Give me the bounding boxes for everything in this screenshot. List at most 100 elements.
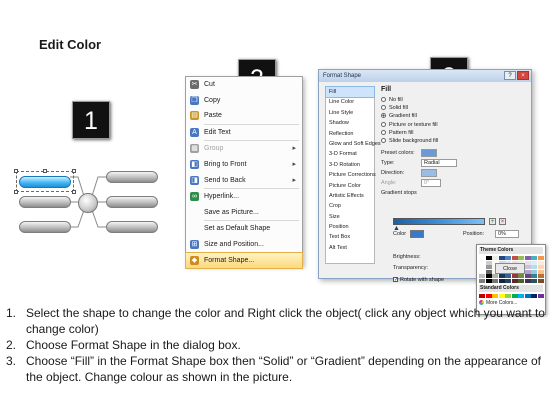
rotate-with-shape[interactable]: ✓ Rotate with shape [393, 277, 444, 283]
close-button[interactable]: Close [495, 263, 525, 274]
radio-no-fill[interactable]: No fill [379, 96, 527, 104]
color-swatch[interactable] [485, 260, 492, 265]
direction-dropdown[interactable] [421, 169, 437, 178]
radio-solid-fill[interactable]: Solid fill [379, 104, 527, 112]
menu-item-group[interactable]: ▦ Group ▸ [186, 141, 302, 157]
add-stop-button[interactable]: + [489, 218, 496, 225]
nav-item-line-color[interactable]: Line Color [326, 97, 374, 107]
resize-handle[interactable] [72, 190, 76, 194]
nav-item-position[interactable]: Position [326, 222, 374, 232]
color-swatch[interactable] [479, 278, 485, 283]
nav-item-text-box[interactable]: Text Box [326, 232, 374, 242]
color-swatch[interactable] [531, 265, 537, 269]
preset-colors-dropdown[interactable] [421, 149, 437, 158]
selected-shape[interactable] [19, 176, 71, 188]
radio-pattern-fill[interactable]: Pattern fill [379, 129, 527, 137]
color-swatch[interactable] [485, 274, 492, 278]
color-swatch[interactable] [498, 274, 505, 278]
menu-item-send-to-back[interactable]: ◨ Send to Back ▸ [186, 173, 302, 189]
color-swatch[interactable] [518, 256, 524, 260]
color-swatch[interactable] [505, 274, 511, 278]
nav-item-size[interactable]: Size [326, 212, 374, 222]
color-swatch[interactable] [537, 265, 544, 269]
color-swatch[interactable] [492, 293, 498, 298]
color-swatch[interactable] [511, 256, 518, 260]
radio-picture-fill[interactable]: Picture or texture fill [379, 121, 527, 129]
color-swatch[interactable] [511, 293, 518, 298]
color-swatch[interactable] [479, 256, 485, 260]
radio-gradient-fill[interactable]: Gradient fill [379, 112, 527, 120]
nav-item-crop[interactable]: Crop [326, 201, 374, 211]
color-swatch[interactable] [531, 260, 537, 265]
color-swatch[interactable] [492, 274, 498, 278]
color-swatch[interactable] [518, 278, 524, 283]
color-swatch[interactable] [524, 265, 531, 269]
nav-item-alt-text[interactable]: Alt Text [326, 243, 374, 253]
color-swatch[interactable] [479, 260, 485, 265]
close-icon[interactable]: × [517, 71, 529, 80]
diagram-shape[interactable] [106, 196, 158, 208]
color-swatch[interactable] [479, 269, 485, 274]
menu-item-bring-to-front[interactable]: ◧ Bring to Front ▸ [186, 157, 302, 173]
nav-item-glow[interactable]: Glow and Soft Edges [326, 139, 381, 149]
color-swatch[interactable] [505, 293, 511, 298]
color-swatch[interactable] [485, 293, 492, 298]
menu-item-set-default-shape[interactable]: Set as Default Shape [186, 221, 302, 237]
color-swatch[interactable] [498, 278, 505, 283]
nav-item-reflection[interactable]: Reflection [326, 129, 374, 139]
color-swatch[interactable] [498, 293, 505, 298]
color-swatch[interactable] [531, 274, 537, 278]
help-icon[interactable]: ? [504, 71, 516, 80]
color-swatch[interactable] [485, 269, 492, 274]
diagram-shape[interactable] [19, 196, 71, 208]
nav-item-artistic-effects[interactable]: Artistic Effects [326, 191, 374, 201]
menu-item-format-shape[interactable]: ◆ Format Shape... [185, 251, 303, 270]
color-swatch[interactable] [524, 274, 531, 278]
color-swatch[interactable] [518, 274, 524, 278]
hub-circle[interactable] [78, 193, 98, 213]
color-swatch[interactable] [511, 278, 518, 283]
color-swatch[interactable] [531, 278, 537, 283]
color-picker-button[interactable] [410, 230, 424, 238]
nav-item-3d-rotation[interactable]: 3-D Rotation [326, 160, 374, 170]
color-swatch[interactable] [479, 274, 485, 278]
menu-item-paste[interactable]: ▤ Paste [186, 108, 302, 124]
gradient-stops-bar[interactable] [393, 218, 485, 225]
remove-stop-button[interactable]: × [499, 218, 506, 225]
menu-item-edit-text[interactable]: A Edit Text [186, 125, 302, 141]
nav-item-shadow[interactable]: Shadow [326, 118, 374, 128]
color-swatch[interactable] [479, 265, 485, 269]
color-swatch[interactable] [511, 274, 518, 278]
type-dropdown[interactable]: Radial [421, 159, 457, 168]
menu-item-cut[interactable]: ✂ Cut [186, 77, 302, 93]
color-swatch[interactable] [485, 256, 492, 260]
resize-handle[interactable] [14, 169, 18, 173]
angle-input[interactable]: 0° [421, 179, 441, 188]
color-swatch[interactable] [518, 293, 524, 298]
color-swatch[interactable] [531, 256, 537, 260]
color-swatch[interactable] [537, 293, 544, 298]
nav-item-3d-format[interactable]: 3-D Format [326, 149, 374, 159]
menu-item-size-position[interactable]: ⊞ Size and Position... [186, 237, 302, 253]
resize-handle[interactable] [72, 169, 76, 173]
color-swatch[interactable] [537, 278, 544, 283]
color-swatch[interactable] [524, 278, 531, 283]
menu-item-save-as-picture[interactable]: Save as Picture... [186, 205, 302, 221]
color-swatch[interactable] [537, 260, 544, 265]
nav-item-picture-corrections[interactable]: Picture Corrections [326, 170, 376, 180]
nav-item-line-style[interactable]: Line Style [326, 108, 374, 118]
color-swatch[interactable] [524, 260, 531, 265]
color-swatch[interactable] [485, 265, 492, 269]
color-swatch[interactable] [524, 293, 531, 298]
color-swatch[interactable] [531, 293, 537, 298]
radio-slide-background-fill[interactable]: Slide background fill [379, 137, 527, 145]
position-input[interactable]: 0% [495, 230, 519, 238]
color-swatch[interactable] [505, 278, 511, 283]
resize-handle[interactable] [43, 169, 47, 173]
color-swatch[interactable] [498, 256, 505, 260]
menu-item-copy[interactable]: ❐ Copy [186, 93, 302, 109]
color-swatch[interactable] [485, 278, 492, 283]
diagram-shape[interactable] [106, 171, 158, 183]
color-swatch[interactable] [505, 256, 511, 260]
diagram-shape[interactable] [106, 221, 158, 233]
